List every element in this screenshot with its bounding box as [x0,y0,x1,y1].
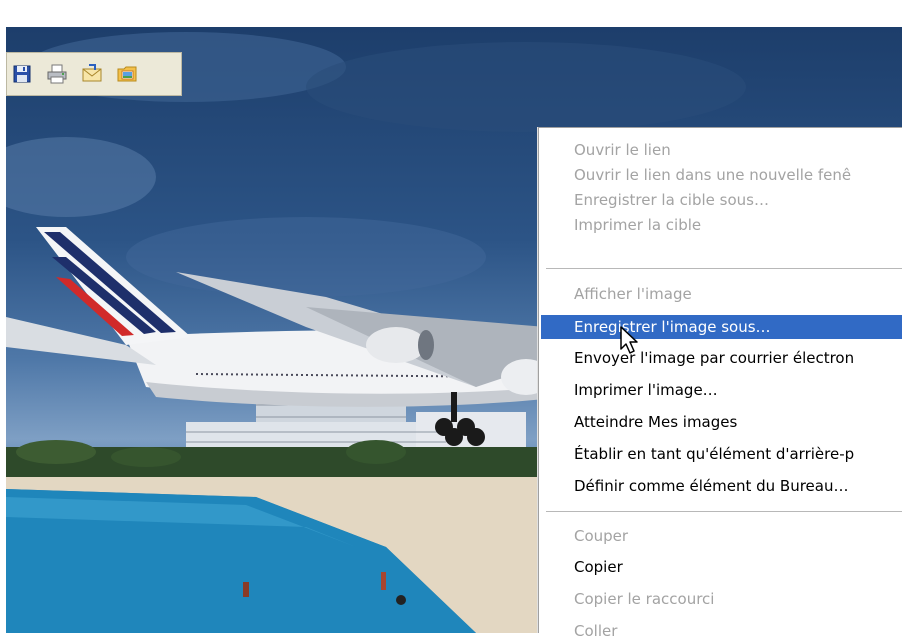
context-menu: Ouvrir le lien Ouvrir le lien dans une n… [538,127,902,640]
image-toolbar [6,52,182,96]
envelope-icon [82,64,102,82]
menu-item-email-picture[interactable]: Envoyer l'image par courrier électron [541,346,902,370]
menu-separator [546,268,902,269]
menu-item-set-as-background[interactable]: Établir en tant qu'élément d'arrière-p [541,442,902,466]
menu-item-show-picture[interactable]: Afficher l'image [541,282,902,306]
menu-item-open-link-new-window[interactable]: Ouvrir le lien dans une nouvelle fenê [541,163,902,187]
menu-item-print-picture[interactable]: Imprimer l'image… [541,378,902,402]
menu-separator [546,511,902,512]
menu-item-set-as-desktop-item[interactable]: Définir comme élément du Bureau… [541,474,902,498]
email-image-button[interactable] [81,63,103,85]
print-image-button[interactable] [46,63,68,85]
folder-pictures-icon [117,66,137,82]
menu-item-save-picture-as[interactable]: Enregistrer l'image sous… [541,315,902,339]
menu-item-paste[interactable]: Coller [541,619,902,643]
printer-icon [47,64,67,84]
menu-item-go-to-my-pictures[interactable]: Atteindre Mes images [541,410,902,434]
save-image-button[interactable] [11,63,33,85]
menu-item-open-link[interactable]: Ouvrir le lien [541,138,902,162]
menu-item-save-target-as[interactable]: Enregistrer la cible sous… [541,188,902,212]
menu-item-print-target[interactable]: Imprimer la cible [541,213,902,237]
menu-item-copy-shortcut[interactable]: Copier le raccourci [541,587,902,611]
menu-item-copy[interactable]: Copier [541,555,902,579]
my-pictures-button[interactable] [116,63,138,85]
menu-item-cut[interactable]: Couper [541,524,902,548]
mouse-pointer-icon [620,326,638,354]
floppy-disk-icon [13,65,31,83]
